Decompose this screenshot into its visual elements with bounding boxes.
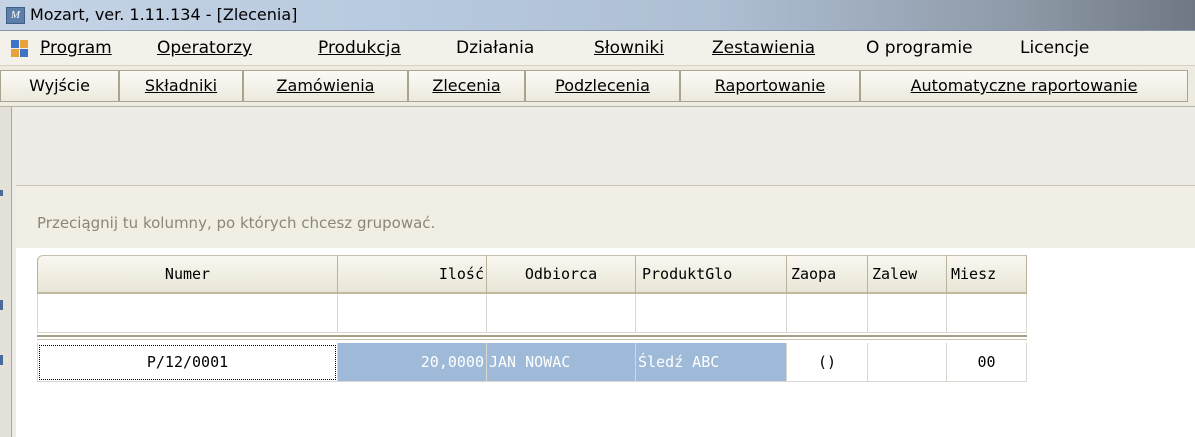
zamowienia-button[interactable]: Zamówienia (243, 70, 408, 102)
raportowanie-button[interactable]: Raportowanie (680, 70, 860, 102)
column-header-produktglo-label: ProduktGlo (642, 265, 733, 283)
menu-licencje-label: Licencje (1020, 38, 1090, 58)
filter-separator (37, 339, 1027, 340)
podzlecenia-button-label: Podzlecenia (555, 76, 650, 95)
column-header-miesz[interactable]: Miesz (947, 255, 1027, 294)
cell-zaopa[interactable]: () (787, 343, 868, 382)
cell-miesz[interactable]: 00 (947, 343, 1027, 382)
column-header-zaopa-label: Zaopa (791, 265, 837, 283)
filter-separator (37, 335, 1027, 337)
raportowanie-button-label: Raportowanie (714, 76, 826, 95)
menu-o-programie[interactable]: O programie (866, 38, 973, 58)
menu-produkcja[interactable]: Produkcja (318, 38, 401, 58)
mdi-child-icon[interactable] (11, 40, 29, 58)
column-header-zalew-label: Zalew (872, 265, 918, 283)
cell-ilosc[interactable]: 20,0000 (338, 343, 487, 382)
cell-numer[interactable]: P/12/0001 (37, 343, 338, 382)
menu-operatorzy-label: Operatorzy (157, 38, 253, 58)
filter-cell-zalew[interactable] (868, 294, 947, 333)
zlecenia-button-label: Zlecenia (432, 76, 501, 95)
column-header-zalew[interactable]: Zalew (868, 255, 947, 294)
filter-cell-miesz[interactable] (947, 294, 1027, 333)
menu-slowniki-label: Słowniki (594, 38, 664, 58)
left-marker (0, 300, 3, 310)
menu-zestawienia[interactable]: Zestawienia (712, 38, 815, 58)
menu-licencje[interactable]: Licencje (1020, 38, 1089, 58)
menu-program-label: Program (40, 38, 112, 58)
menu-operatorzy[interactable]: Operatorzy (157, 38, 252, 58)
exit-button-label: Wyjście (29, 76, 90, 95)
exit-button[interactable]: Wyjście (0, 70, 119, 102)
column-header-zaopa[interactable]: Zaopa (787, 255, 868, 294)
column-header-odbiorca-label: Odbiorca (524, 265, 598, 283)
podzlecenia-button[interactable]: Podzlecenia (525, 70, 680, 102)
menu-o-programie-label: O programie (866, 38, 973, 58)
cell-odbiorca[interactable]: JAN NOWAC (487, 343, 636, 382)
automatyczne-raportowanie-button-label: Automatyczne raportowanie (910, 76, 1138, 95)
menu-dzialania[interactable]: Działania (456, 38, 534, 58)
filter-cell-zaopa[interactable] (787, 294, 868, 333)
menu-dzialania-label: Działania (456, 38, 535, 58)
mdi-left-border (0, 107, 12, 437)
column-header-produktglo[interactable]: ProduktGlo (636, 255, 787, 294)
column-header-ilosc-label: Ilość (438, 265, 484, 283)
column-header-miesz-label: Miesz (951, 265, 997, 283)
left-marker (0, 190, 3, 196)
zlecenia-button[interactable]: Zlecenia (408, 70, 525, 102)
column-header-numer-label: Numer (164, 265, 211, 283)
skladniki-button-label: Składniki (144, 76, 218, 95)
automatyczne-raportowanie-button[interactable]: Automatyczne raportowanie (860, 70, 1188, 102)
menu-zestawienia-label: Zestawienia (712, 38, 816, 58)
filter-cell-ilosc[interactable] (338, 294, 487, 333)
menu-produkcja-label: Produkcja (318, 38, 401, 58)
zamowienia-button-label: Zamówienia (276, 76, 375, 95)
mozart-app-icon[interactable]: M (6, 7, 25, 24)
filter-cell-odbiorca[interactable] (487, 294, 636, 333)
group-by-hint: Przeciągnij tu kolumny, po których chces… (37, 214, 436, 232)
menu-program[interactable]: Program (40, 38, 112, 58)
window-title: Mozart, ver. 1.11.134 - [Zlecenia] (30, 5, 298, 24)
cell-zalew[interactable] (868, 343, 947, 382)
filter-cell-numer[interactable] (37, 294, 338, 333)
filter-cell-produktglo[interactable] (636, 294, 787, 333)
cell-produktglo[interactable]: Śledź ABC (636, 343, 787, 382)
column-header-numer[interactable]: Numer (37, 255, 338, 294)
skladniki-button[interactable]: Składniki (119, 70, 243, 102)
menu-slowniki[interactable]: Słowniki (594, 38, 664, 58)
column-header-ilosc[interactable]: Ilość (338, 255, 487, 294)
column-header-odbiorca[interactable]: Odbiorca (487, 255, 636, 294)
left-marker (0, 355, 3, 365)
